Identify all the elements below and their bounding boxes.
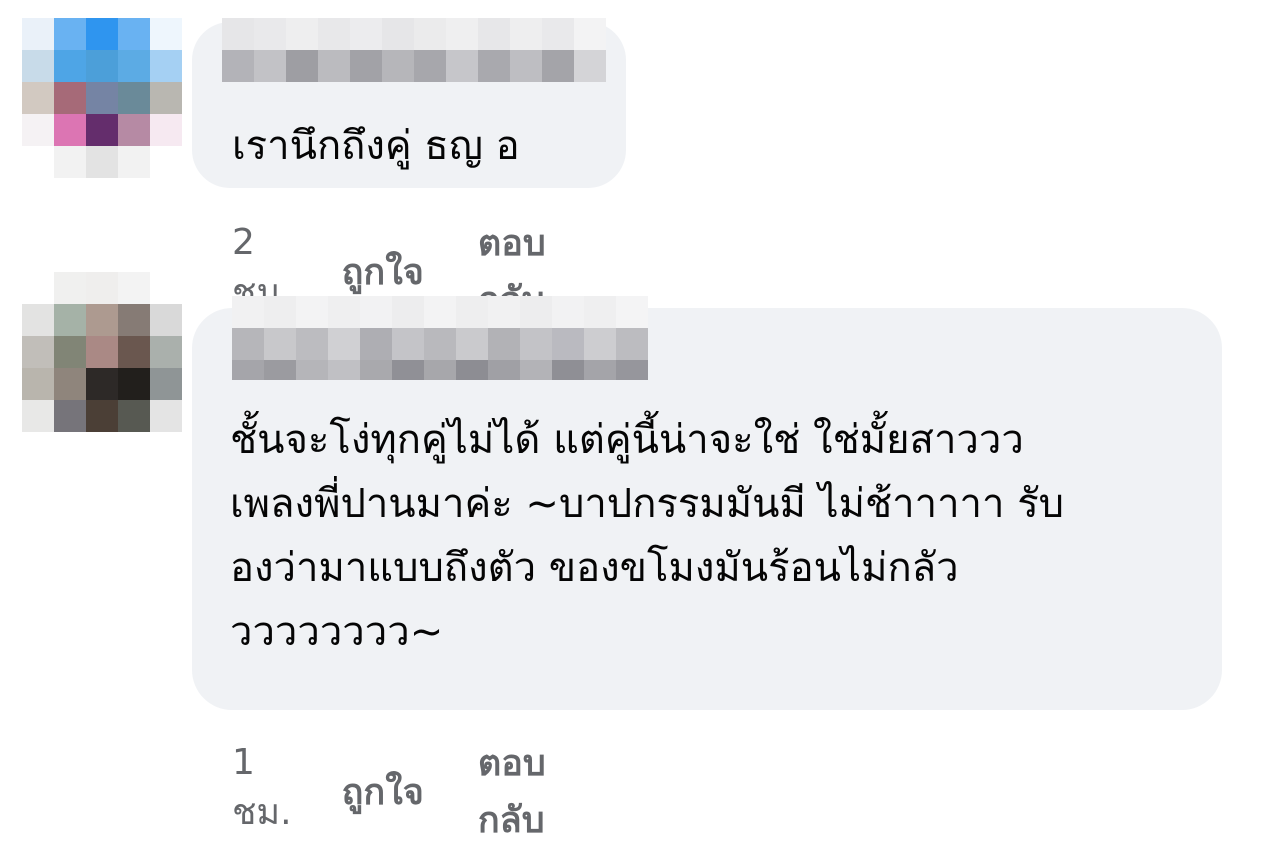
- like-button[interactable]: ถูกใจ: [342, 243, 424, 300]
- avatar-pixelated[interactable]: [22, 18, 182, 178]
- comment-bubble: เรานึกถึงคู่ ธญ อ: [192, 18, 626, 188]
- reply-button[interactable]: ตอบกลับ: [478, 734, 546, 848]
- author-name-redacted-row2: [232, 360, 648, 380]
- comment-text: ชั้นจะโง่ทุกคู่ไม่ได้ แต่คู่นี้น่าจะใช่ …: [230, 417, 1065, 655]
- comment-actions: 1 ชม. ถูกใจ ตอบกลับ: [232, 734, 546, 848]
- author-name-redacted[interactable]: [232, 296, 648, 360]
- comment-bubble: ชั้นจะโง่ทุกคู่ไม่ได้ แต่คู่นี้น่าจะใช่ …: [192, 296, 1222, 710]
- avatar-pixelated[interactable]: [22, 272, 182, 432]
- like-button[interactable]: ถูกใจ: [342, 763, 424, 820]
- comment-timestamp[interactable]: 1 ชม.: [232, 742, 292, 840]
- author-name-redacted[interactable]: [222, 18, 606, 82]
- comment-text: เรานึกถึงคู่ ธญ อ: [232, 123, 520, 169]
